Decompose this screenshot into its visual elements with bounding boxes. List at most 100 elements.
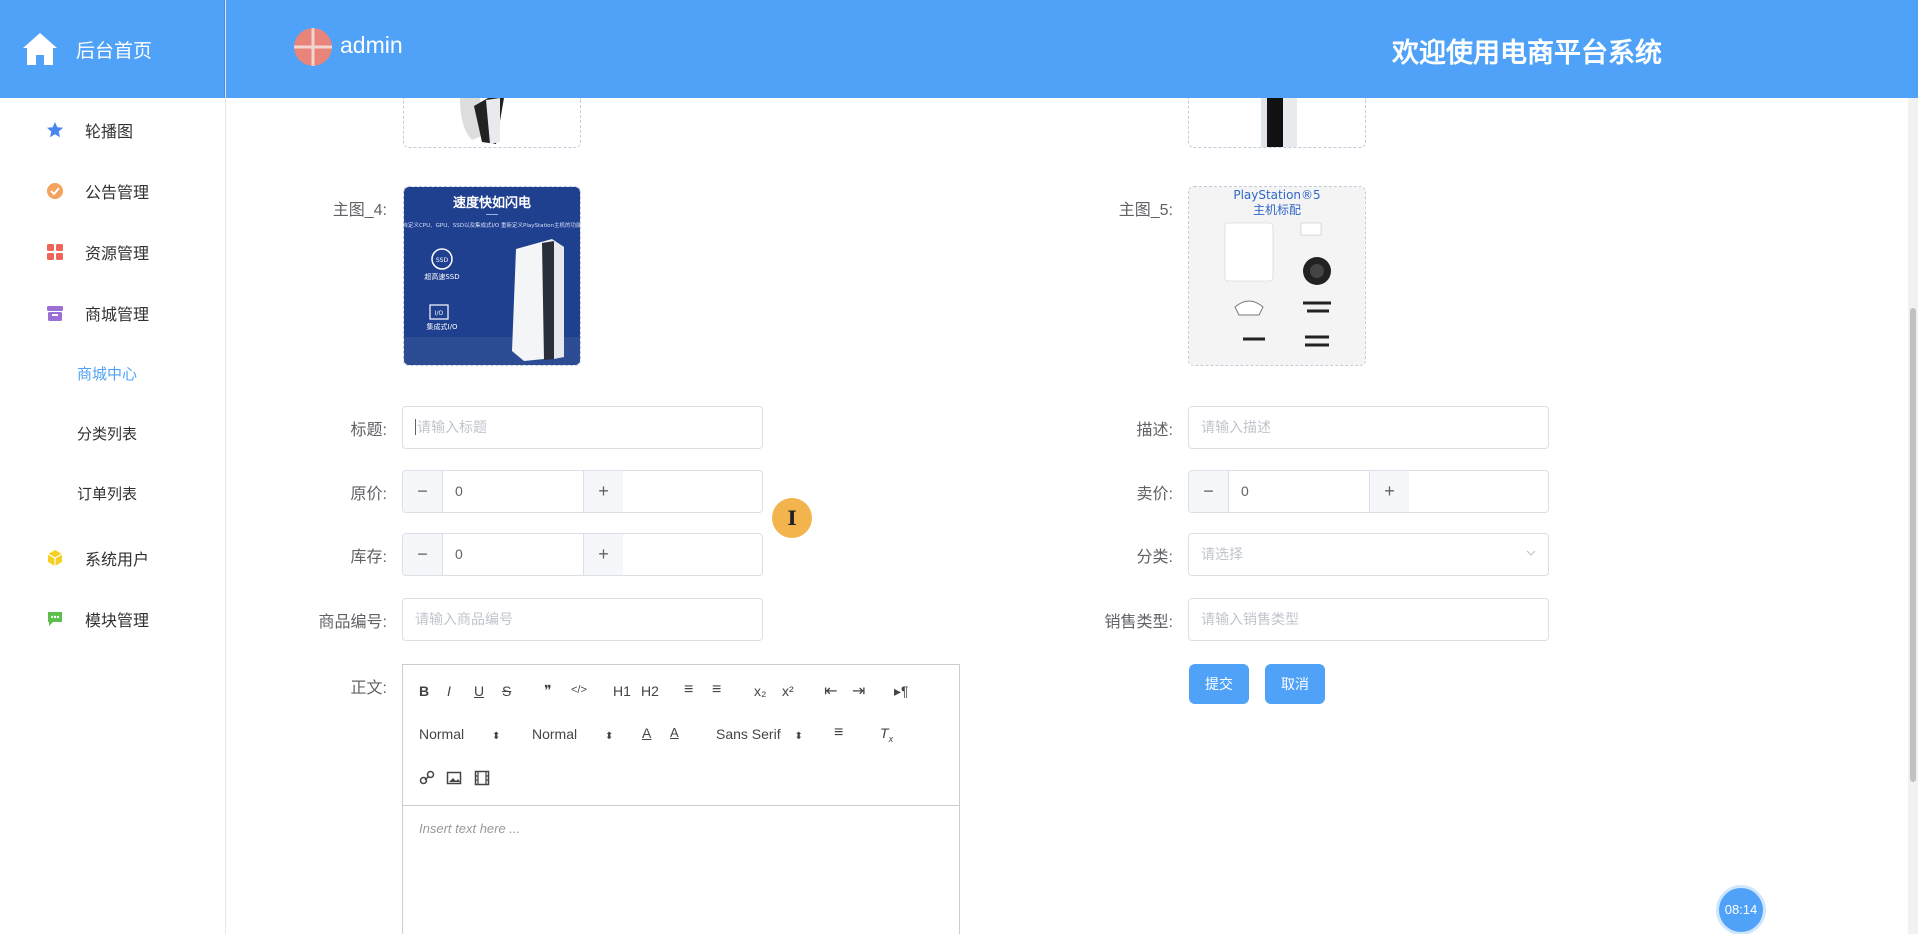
star-icon — [45, 120, 65, 140]
category-select[interactable]: 请选择 — [1188, 533, 1549, 576]
bullet-list-button[interactable]: ≡ — [712, 681, 721, 699]
page-scrollbar[interactable] — [1908, 98, 1918, 934]
link-icon[interactable] — [419, 770, 435, 786]
sidebar: 后台首页 轮播图 公告管理 资源管理 商城管理 商城中心 分类列表 订单列表 系… — [0, 0, 226, 934]
sort-arrows-icon: ⬍ — [492, 731, 501, 742]
product-image-ps5-contents: PlayStation®5 主机标配 — [1189, 187, 1365, 365]
sidebar-item-resource[interactable]: 资源管理 — [0, 221, 225, 282]
desc-placeholder: 请输入描述 — [1201, 419, 1271, 435]
badge-icon — [45, 181, 65, 201]
ordered-list-button[interactable]: ≡ — [684, 681, 693, 699]
underline-button[interactable]: U — [474, 683, 484, 699]
background-color-icon[interactable]: A — [670, 725, 679, 740]
stock-plus-button[interactable]: + — [583, 534, 623, 575]
image-title: 速度快如闪电 — [453, 195, 531, 211]
h1-button[interactable]: H1 — [613, 683, 631, 699]
main-image-4-preview[interactable]: 速度快如闪电 凭借自定义CPU、GPU、SSD以及集成式I/O 重新定义Play… — [403, 186, 581, 366]
price-stepper[interactable]: − 0 + — [402, 470, 763, 513]
sidebar-item-label: 资源管理 — [85, 245, 150, 263]
sidebar-item-notice[interactable]: 公告管理 — [0, 160, 225, 221]
product-code-label: 商品编号: — [318, 614, 387, 631]
sale-price-value[interactable]: 0 — [1241, 471, 1249, 512]
product-image-ps5-speed: 速度快如闪电 凭借自定义CPU、GPU、SSD以及集成式I/O 重新定义Play… — [404, 187, 580, 365]
font-family-select[interactable]: Sans Serif ⬍ — [716, 726, 803, 742]
submit-button[interactable]: 提交 — [1189, 664, 1249, 704]
subscript-button[interactable]: x₂ — [754, 683, 766, 699]
sidebar-item-label: 系统用户 — [85, 551, 150, 569]
font-color-icon[interactable]: A — [642, 725, 651, 741]
welcome-title: 欢迎使用电商平台系统 — [1392, 38, 1662, 68]
main-content: 主图_4: 速度快如闪电 凭借自定义CPU、GPU、SSD以及集成式I/O 重新… — [227, 98, 1907, 934]
main-image-5-preview[interactable]: PlayStation®5 主机标配 — [1188, 186, 1366, 366]
price-value[interactable]: 0 — [455, 471, 463, 512]
avatar[interactable] — [294, 28, 332, 66]
text-direction-button[interactable]: ▸¶ — [894, 683, 909, 700]
sidebar-subitem-mall-center[interactable]: 商城中心 — [0, 343, 214, 403]
editor-toolbar: B I U S ❞ </> H1 H2 ≡ ≡ x₂ x² ⇤ ⇥ ▸¶ Nor… — [403, 665, 959, 806]
video-icon[interactable] — [474, 770, 490, 786]
home-label: 后台首页 — [76, 40, 153, 62]
price-plus-button[interactable]: + — [583, 471, 623, 512]
code-block-button[interactable]: </> — [571, 684, 587, 696]
sidebar-subitem-label: 商城中心 — [76, 365, 137, 383]
sidebar-item-module[interactable]: 模块管理 — [0, 588, 225, 649]
price-minus-button[interactable]: − — [403, 471, 443, 512]
image-io-text: 集成式I/O — [427, 322, 458, 331]
product-code-input[interactable]: 请输入商品编号 — [402, 598, 763, 641]
clear-format-icon[interactable]: Tx — [880, 725, 893, 744]
h2-button[interactable]: H2 — [641, 683, 659, 699]
title-placeholder: 请输入标题 — [415, 419, 487, 435]
main-image-4-label: 主图_4: — [332, 202, 387, 219]
superscript-button[interactable]: x² — [782, 683, 794, 699]
title-label: 标题: — [350, 422, 387, 439]
header-select[interactable]: Normal ⬍ — [532, 726, 613, 742]
sale-type-input[interactable]: 请输入销售类型 — [1188, 598, 1549, 641]
main-image-3-preview[interactable] — [403, 98, 581, 148]
sidebar-subitem-label: 订单列表 — [76, 485, 137, 503]
sidebar-item-label: 商城管理 — [85, 306, 150, 324]
sidebar-item-label: 公告管理 — [85, 184, 150, 202]
strike-button[interactable]: S — [502, 683, 511, 699]
scrollbar-thumb[interactable] — [1910, 308, 1916, 782]
image-title: PlayStation®5 — [1233, 188, 1320, 202]
main-image-3b-preview[interactable] — [1188, 98, 1366, 148]
sidebar-menu: 轮播图 公告管理 资源管理 商城管理 商城中心 分类列表 订单列表 系统用户 模… — [0, 99, 225, 649]
sidebar-subitem-order-list[interactable]: 订单列表 — [0, 463, 214, 523]
indent-button[interactable]: ⇥ — [852, 681, 865, 701]
sidebar-item-mall[interactable]: 商城管理 — [0, 282, 225, 343]
sidebar-subitem-label: 分类列表 — [76, 425, 137, 443]
image-subtitle: 主机标配 — [1253, 203, 1301, 217]
cancel-button[interactable]: 取消 — [1265, 664, 1325, 704]
username[interactable]: admin — [340, 32, 403, 59]
sale-type-placeholder: 请输入销售类型 — [1201, 611, 1299, 627]
desc-input[interactable]: 请输入描述 — [1188, 406, 1549, 449]
sidebar-item-carousel[interactable]: 轮播图 — [0, 99, 225, 160]
stock-minus-button[interactable]: − — [403, 534, 443, 575]
title-input[interactable]: 请输入标题 — [402, 406, 763, 449]
editor-placeholder[interactable]: Insert text here ... — [419, 821, 520, 836]
italic-button[interactable]: I — [447, 683, 451, 699]
sale-price-plus-button[interactable]: + — [1369, 471, 1409, 512]
stock-stepper[interactable]: − 0 + — [402, 533, 763, 576]
sale-price-minus-button[interactable]: − — [1189, 471, 1229, 512]
bold-button[interactable]: B — [419, 683, 429, 699]
main-image-5-label: 主图_5: — [1118, 202, 1173, 219]
desc-label: 描述: — [1136, 422, 1173, 439]
stock-value[interactable]: 0 — [455, 534, 463, 575]
text-cursor-icon: I — [772, 498, 812, 538]
sale-price-label: 卖价: — [1136, 486, 1173, 503]
sidebar-subitem-category-list[interactable]: 分类列表 — [0, 403, 214, 463]
blockquote-button[interactable]: ❞ — [544, 682, 552, 699]
sort-arrows-icon: ⬍ — [605, 731, 614, 742]
home-link[interactable]: 后台首页 — [0, 0, 225, 98]
outdent-button[interactable]: ⇤ — [824, 681, 837, 701]
product-image — [404, 98, 580, 147]
category-placeholder: 请选择 — [1201, 546, 1243, 562]
sale-price-stepper[interactable]: − 0 + — [1188, 470, 1549, 513]
align-icon[interactable]: ≡ — [834, 724, 843, 742]
clock-badge: 08:14 — [1719, 888, 1763, 932]
font-family-value: Sans Serif — [716, 726, 781, 742]
sidebar-item-system-user[interactable]: 系统用户 — [0, 527, 225, 588]
image-icon[interactable] — [446, 770, 462, 786]
size-select[interactable]: Normal ⬍ — [419, 726, 500, 742]
